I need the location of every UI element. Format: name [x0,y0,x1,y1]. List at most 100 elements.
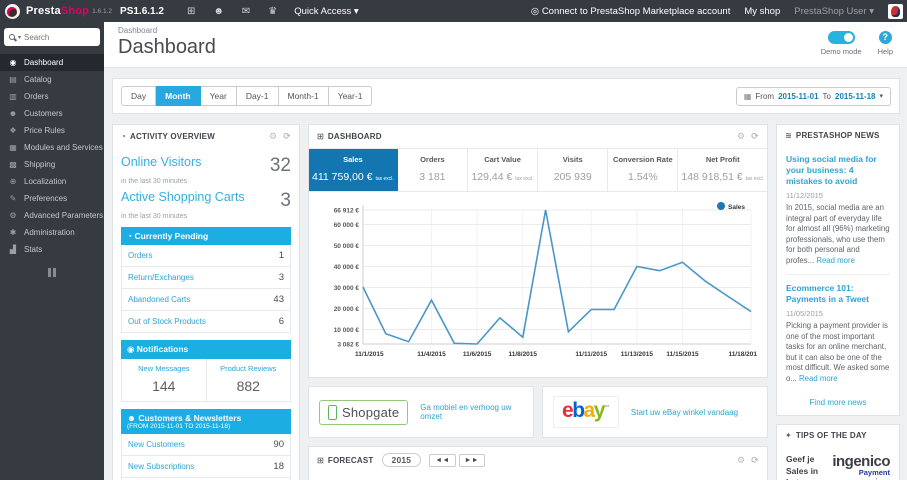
sidebar-item-administration[interactable]: ✱ Administration [0,224,104,241]
cart-icon: ⊞ [317,455,324,465]
help-label: Help [877,47,893,56]
metric-boxes: Sales 411 759,00 € tax excl. Orders 3 18… [309,148,767,192]
tab-year-minus-1[interactable]: Year-1 [328,86,373,106]
chevron-down-icon: ▾ [879,93,883,100]
pending-orders-link[interactable]: Orders [128,251,152,260]
to-label: To [822,91,831,101]
customers-icon[interactable]: ☻ [213,6,224,17]
active-carts-link[interactable]: Active Shopping Carts [121,190,245,204]
new-customers-value: 90 [273,439,284,450]
tab-day-minus-1[interactable]: Day-1 [236,86,279,106]
return-exchanges-link[interactable]: Return/Exchanges [128,273,194,282]
panel-title: TIPS OF THE DAY [795,431,867,441]
sidebar-item-price-rules[interactable]: ❖ Price Rules [0,122,104,139]
gear-icon[interactable]: ⚙ [269,131,277,142]
shopgate-logo: Shopgate [319,399,409,425]
period-tabs: Day Month Year Day-1 Month-1 Year-1 [121,86,373,106]
brand-presta: Presta [26,5,61,17]
refresh-icon[interactable]: ⟳ [751,131,759,142]
out-of-stock-link[interactable]: Out of Stock Products [128,317,206,326]
page-header: Dashboard Dashboard Demo mode ? Help [104,22,907,68]
tab-month[interactable]: Month [156,86,201,106]
catalog-icon: ▤ [9,75,17,84]
article-date: 11/05/2015 [786,309,823,319]
active-carts-sub: in the last 30 minutes [121,213,188,220]
gear-icon[interactable]: ⚙ [737,455,745,466]
article-title-link[interactable]: Using social media for your business: 4 … [786,154,890,187]
table-row: Out of Stock Products 6 [122,311,290,332]
clock-icon: ◔ [127,231,133,241]
tab-month-minus-1[interactable]: Month-1 [278,86,329,106]
date-range-picker[interactable]: ▦ From 2015-11-01 To 2015-11-18 ▾ [735,86,891,106]
quick-access-menu[interactable]: Quick Access ▾ [294,6,358,17]
metric-value: 1.54% [627,171,658,183]
read-more-link[interactable]: Read more [799,374,838,383]
stats-icon: ▟ [9,245,17,254]
sidebar-item-advanced-parameters[interactable]: ⚙ Advanced Parameters [0,207,104,224]
metric-orders[interactable]: Orders 3 181 [398,149,468,191]
sidebar-item-modules-and-services[interactable]: ▦ Modules and Services [0,139,104,156]
next-year-button[interactable]: ►► [458,453,485,467]
metric-visits[interactable]: Visits 205 939 [538,149,609,191]
metric-conversion-rate[interactable]: Conversion Rate 1.54% [608,149,679,191]
demo-mode-toggle[interactable] [827,31,855,44]
messages-icon[interactable]: ✉ [242,6,250,17]
refresh-icon[interactable]: ⟳ [283,131,291,142]
ebay-promo-link[interactable]: Start uw eBay winkel vandaag [631,408,738,417]
previous-year-button[interactable]: ◄◄ [429,453,456,467]
breadcrumb[interactable]: Dashboard [118,26,893,35]
new-messages-cell[interactable]: New Messages 144 [122,359,206,401]
tab-day[interactable]: Day [121,86,157,106]
marketplace-link[interactable]: ◎ Connect to PrestaShop Marketplace acco… [531,6,730,17]
sidebar-item-dashboard[interactable]: ◉ Dashboard [0,54,104,71]
user-avatar[interactable] [888,3,903,19]
gear-icon[interactable]: ⚙ [737,131,745,142]
refresh-icon[interactable]: ⟳ [751,455,759,466]
new-subscriptions-link[interactable]: New Subscriptions [128,462,194,471]
return-exchanges-value: 3 [278,272,284,283]
sidebar-item-catalog[interactable]: ▤ Catalog [0,71,104,88]
svg-text:40 000 €: 40 000 € [334,264,360,271]
sidebar-search[interactable]: ▾ [4,28,100,46]
sidebar-item-orders[interactable]: ▥ Orders [0,88,104,105]
help-icon[interactable]: ? [878,31,892,44]
section-title: Currently Pending [134,231,209,241]
sidebar-item-customers[interactable]: ☻ Customers [0,105,104,122]
read-more-link[interactable]: Read more [816,256,855,265]
tab-year[interactable]: Year [200,86,237,106]
my-shop-link[interactable]: My shop [744,6,780,17]
svg-text:11/15/2015: 11/15/2015 [666,351,699,358]
sidebar-item-localization[interactable]: ⊕ Localization [0,173,104,190]
activity-overview-panel: ◔ ACTIVITY OVERVIEW ⚙ ⟳ Online Visitors 3… [112,124,300,480]
article-excerpt: Picking a payment provider is one of the… [786,321,890,384]
find-more-news-link[interactable]: Find more news [777,396,899,415]
sidebar-item-shipping[interactable]: ▩ Shipping [0,156,104,173]
online-visitors-link[interactable]: Online Visitors [121,155,201,169]
badges-icon[interactable]: ♛ [268,6,277,17]
prestashop-logo [5,3,20,19]
shop-code-link[interactable]: PS1.6.1.2 [120,6,164,17]
metric-net-profit[interactable]: Net Profit 148 918,51 € tax excl. [678,149,767,191]
article-title-link[interactable]: Ecommerce 101: Payments in a Tweet [786,283,890,305]
new-customers-link[interactable]: New Customers [128,440,185,449]
sidebar-item-label: Orders [24,92,49,101]
user-menu[interactable]: PrestaShop User ▾ [794,6,874,17]
advanced-parameters-icon: ⚙ [9,211,17,220]
shopgate-promo-link[interactable]: Ga mobiel en verhoog uw omzet [420,403,523,421]
abandoned-carts-link[interactable]: Abandoned Carts [128,295,190,304]
customers-newsletters-header: ☻ Customers & Newsletters (FROM 2015-11-0… [121,409,291,434]
panel-title: ACTIVITY OVERVIEW [130,132,215,141]
product-reviews-cell[interactable]: Product Reviews 882 [205,359,291,401]
sidebar-item-stats[interactable]: ▟ Stats [0,241,104,258]
collapse-sidebar-icon[interactable] [0,268,104,277]
notifications-header: ◉ Notifications [121,340,291,359]
sidebar-item-preferences[interactable]: ✎ Preferences [0,190,104,207]
metric-cart-value[interactable]: Cart Value 129,44 € tax excl. [468,149,539,191]
search-input[interactable] [24,32,95,42]
demo-mode-control: Demo mode [821,31,862,56]
phone-icon [328,404,337,420]
ingenico-logo-name: ingenico [832,453,890,471]
cart-icon[interactable]: ⊞ [187,6,195,17]
metric-sales[interactable]: Sales 411 759,00 € tax excl. [309,149,398,191]
search-scope-caret-icon[interactable]: ▾ [18,34,21,41]
